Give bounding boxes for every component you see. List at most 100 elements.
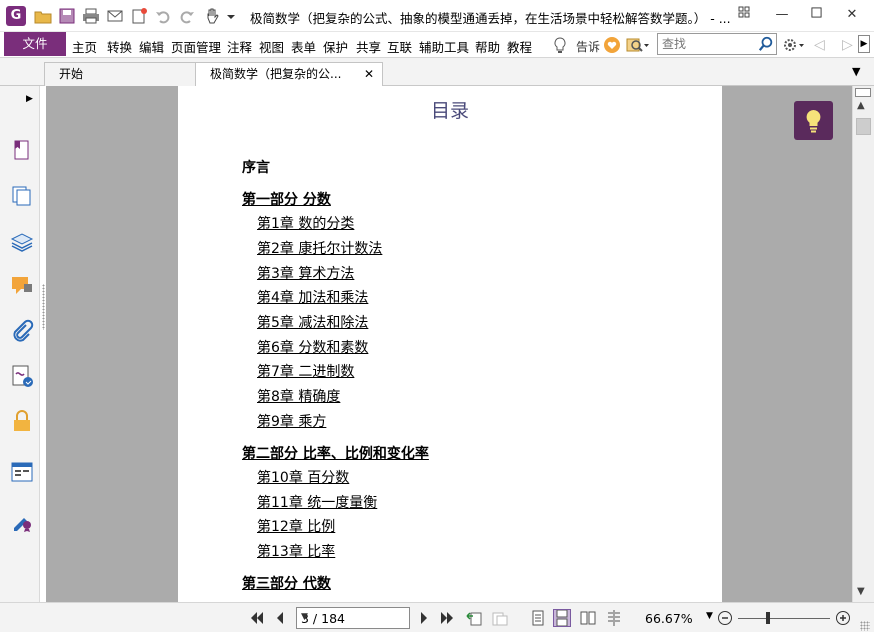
toc-part[interactable]: 第三部分 代数 [242, 573, 331, 593]
tell-me-label[interactable]: 告诉 [576, 38, 600, 55]
facing-view-icon[interactable] [580, 610, 596, 626]
window-title: 极简数学（把复杂的公式、抽象的模型通通丢掉，在生活场景中轻松解答数学题。） - … [250, 11, 730, 26]
scroll-down-icon[interactable]: ▼ [857, 586, 865, 597]
zoom-out-icon[interactable] [717, 610, 733, 626]
security-icon[interactable] [10, 409, 34, 433]
menu-convert[interactable]: 转换 [107, 37, 132, 56]
first-page-button[interactable] [248, 610, 264, 626]
continuous-view-icon[interactable] [553, 609, 571, 627]
tab-list-dropdown-icon[interactable]: ▼ [852, 65, 860, 78]
lightbulb-icon [806, 110, 821, 133]
layers-icon[interactable] [10, 229, 34, 253]
pages-icon[interactable] [10, 184, 34, 208]
bookmark-icon[interactable] [10, 138, 34, 162]
toc-chapter[interactable]: 第1章 数的分类 [257, 213, 354, 233]
print-icon[interactable] [82, 7, 100, 25]
next-view-icon[interactable] [492, 610, 508, 626]
ribbon-scroll-left-icon[interactable]: ◁ [814, 37, 825, 53]
toc-chapter[interactable]: 第13章 比率 [257, 541, 335, 561]
app-logo-icon[interactable]: G [6, 6, 26, 26]
menu-view[interactable]: 视图 [259, 37, 284, 56]
search-field[interactable] [657, 33, 777, 55]
menu-page-management[interactable]: 页面管理 [171, 37, 221, 56]
toc-chapter[interactable]: 第9章 乘方 [257, 411, 326, 431]
customize-toolbar-icon[interactable] [222, 7, 235, 25]
new-document-icon[interactable] [130, 7, 148, 25]
next-page-button[interactable] [416, 610, 432, 626]
title-bar: G 极简数学（把复杂的公式、抽象的模型通通丢掉，在生活场景中轻松解答数学题。） … [0, 0, 874, 32]
expand-panel-icon[interactable]: ▶ [26, 94, 33, 104]
resize-grip-icon[interactable] [860, 621, 870, 631]
toc-chapter[interactable]: 第10章 百分数 [257, 467, 349, 487]
undo-icon[interactable] [154, 7, 172, 25]
zoom-level[interactable]: 66.67% [645, 611, 693, 626]
toc-part[interactable]: 第二部分 比率、比例和变化率 [242, 443, 429, 463]
tile-windows-icon[interactable] [732, 4, 756, 26]
last-page-button[interactable] [440, 610, 456, 626]
page-number-field[interactable]: 3 / 184 ▼ [296, 607, 410, 629]
comments-icon[interactable] [10, 274, 34, 298]
toc-chapter[interactable]: 第11章 统一度量衡 [257, 492, 377, 512]
signature-icon[interactable] [10, 364, 34, 388]
zoom-slider-thumb[interactable] [766, 612, 770, 624]
maximize-button[interactable] [804, 4, 828, 26]
close-window-button[interactable]: ✕ [840, 4, 864, 26]
zoom-slider-track[interactable] [738, 618, 830, 619]
menu-accessibility[interactable]: 辅助工具 [419, 37, 469, 56]
toc-chapter[interactable]: 第2章 康托尔计数法 [257, 238, 382, 258]
minimize-button[interactable]: — [770, 4, 794, 26]
toc-chapter[interactable]: 第8章 精确度 [257, 386, 340, 406]
feedback-heart-icon[interactable] [603, 36, 621, 57]
ribbon-expand-icon[interactable]: ▶ [858, 35, 870, 53]
continuous-facing-view-icon[interactable] [606, 610, 622, 626]
close-tab-icon[interactable]: ✕ [364, 63, 374, 85]
scrollbar-thumb[interactable] [856, 118, 871, 135]
toc-chapter[interactable]: 第12章 比例 [257, 516, 335, 536]
menu-comment[interactable]: 注释 [227, 37, 252, 56]
toc-part[interactable]: 第一部分 分数 [242, 189, 331, 209]
search-input[interactable] [658, 34, 756, 54]
ribbon-scroll-right-icon[interactable]: ▷ [842, 37, 853, 53]
menu-file[interactable]: 文件 [4, 32, 66, 56]
toc-chapter[interactable]: 第6章 分数和素数 [257, 337, 368, 357]
tab-start[interactable]: 开始 [44, 62, 200, 86]
toc-chapter[interactable]: 第4章 加法和乘法 [257, 287, 368, 307]
redo-icon[interactable] [178, 7, 196, 25]
zoom-dropdown-icon[interactable]: ▼ [706, 611, 713, 621]
menu-connect[interactable]: 互联 [387, 37, 412, 56]
attachments-icon[interactable] [10, 319, 34, 343]
toc-chapter[interactable]: 第5章 减法和除法 [257, 312, 368, 332]
split-view-handle[interactable] [855, 88, 871, 97]
toc-preface[interactable]: 序言 [242, 157, 270, 177]
tab-document[interactable]: 极简数学（把复杂的公... ✕ [195, 62, 383, 87]
save-icon[interactable] [58, 7, 76, 25]
toc-chapter[interactable]: 第3章 算术方法 [257, 263, 354, 283]
menu-form[interactable]: 表单 [291, 37, 316, 56]
menu-help[interactable]: 帮助 [475, 37, 500, 56]
menu-share[interactable]: 共享 [356, 37, 381, 56]
single-page-view-icon[interactable] [530, 610, 546, 626]
menu-edit[interactable]: 编辑 [139, 37, 164, 56]
menu-tutorial[interactable]: 教程 [507, 37, 532, 56]
zoom-in-icon[interactable] [835, 610, 851, 626]
panel-resize-grip[interactable] [42, 284, 45, 330]
menu-home[interactable]: 主页 [72, 37, 97, 56]
open-folder-icon[interactable] [34, 7, 52, 25]
page-dropdown-icon[interactable]: ▼ [301, 612, 406, 622]
previous-view-icon[interactable] [466, 610, 482, 626]
certificate-icon[interactable] [10, 508, 34, 532]
toc-chapter[interactable]: 第7章 二进制数 [257, 361, 354, 381]
email-icon[interactable] [106, 7, 124, 25]
smart-tips-button[interactable] [794, 101, 833, 140]
search-icon[interactable] [758, 36, 774, 55]
menu-protect[interactable]: 保护 [323, 37, 348, 56]
document-viewport[interactable]: 目录 序言 第一部分 分数 第1章 数的分类 第2章 康托尔计数法 第3章 算术… [46, 86, 852, 602]
gear-icon[interactable] [782, 36, 806, 57]
search-settings-icon[interactable] [626, 36, 650, 57]
form-fields-icon[interactable] [10, 460, 34, 484]
vertical-scrollbar[interactable]: ▲ ▼ [852, 86, 874, 602]
previous-page-button[interactable] [272, 610, 288, 626]
lightbulb-icon[interactable] [552, 36, 568, 57]
scroll-up-icon[interactable]: ▲ [857, 100, 865, 111]
hand-tool-icon[interactable] [204, 7, 222, 25]
